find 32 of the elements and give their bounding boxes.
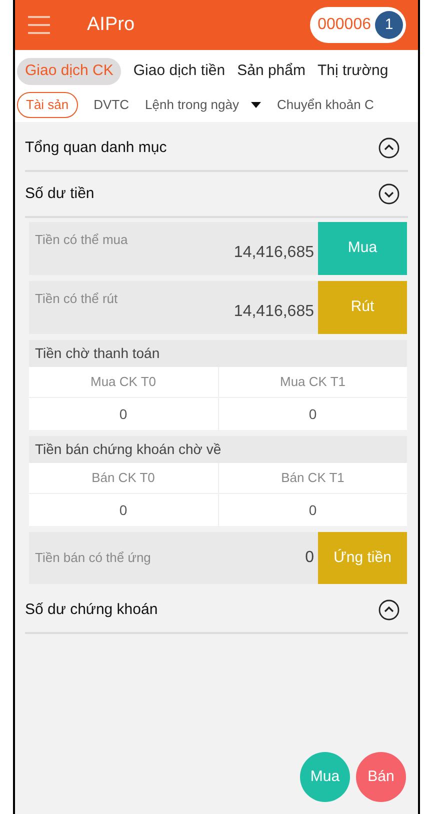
table-cell: 0	[218, 398, 407, 430]
group-title: Tiền bán chứng khoán chờ về	[35, 440, 222, 459]
sub-tab[interactable]: DVTC	[94, 92, 130, 118]
table-cell: 0	[218, 494, 407, 526]
table-cell: 0	[29, 494, 218, 526]
app-title: AIPro	[87, 12, 135, 37]
nav-tab[interactable]: Giao dịch tiền	[133, 58, 226, 85]
column-header: Bán CK T1	[218, 463, 407, 493]
account-number: 000006	[318, 15, 371, 35]
chevron-up-icon[interactable]	[378, 599, 400, 621]
chevron-up-icon[interactable]	[378, 137, 400, 159]
balance-amount: 0	[305, 548, 315, 568]
column-header: Bán CK T0	[29, 463, 218, 493]
account-pill[interactable]: 000006 1	[310, 7, 406, 43]
chevron-down-icon[interactable]	[378, 183, 400, 205]
balance-label: Tiền bán có thể ứng	[34, 549, 151, 568]
section-title: Tổng quan danh mục	[25, 138, 167, 158]
table-cell: 0	[29, 398, 218, 430]
notification-badge: 1	[375, 11, 403, 39]
sub-tab[interactable]: Chuyển khoản C	[277, 92, 374, 118]
nav-tab[interactable]: Sản phẩm	[237, 58, 306, 85]
section-title: Số dư tiền	[25, 184, 94, 204]
section-title: Số dư chứng khoán	[25, 600, 158, 620]
sub-tab[interactable]: Lệnh trong ngày	[145, 92, 261, 118]
balance-label: Tiền có thể mua	[34, 231, 128, 249]
balance-amount: 14,416,685	[234, 302, 315, 322]
balance-label: Tiền có thể rút	[34, 290, 118, 308]
nav-tab[interactable]: Thị trường	[318, 58, 388, 85]
column-header: Mua CK T0	[29, 367, 218, 397]
column-header: Mua CK T1	[218, 367, 407, 397]
balance-amount: 14,416,685	[234, 243, 315, 263]
group-title: Tiền chờ thanh toán	[35, 344, 160, 363]
